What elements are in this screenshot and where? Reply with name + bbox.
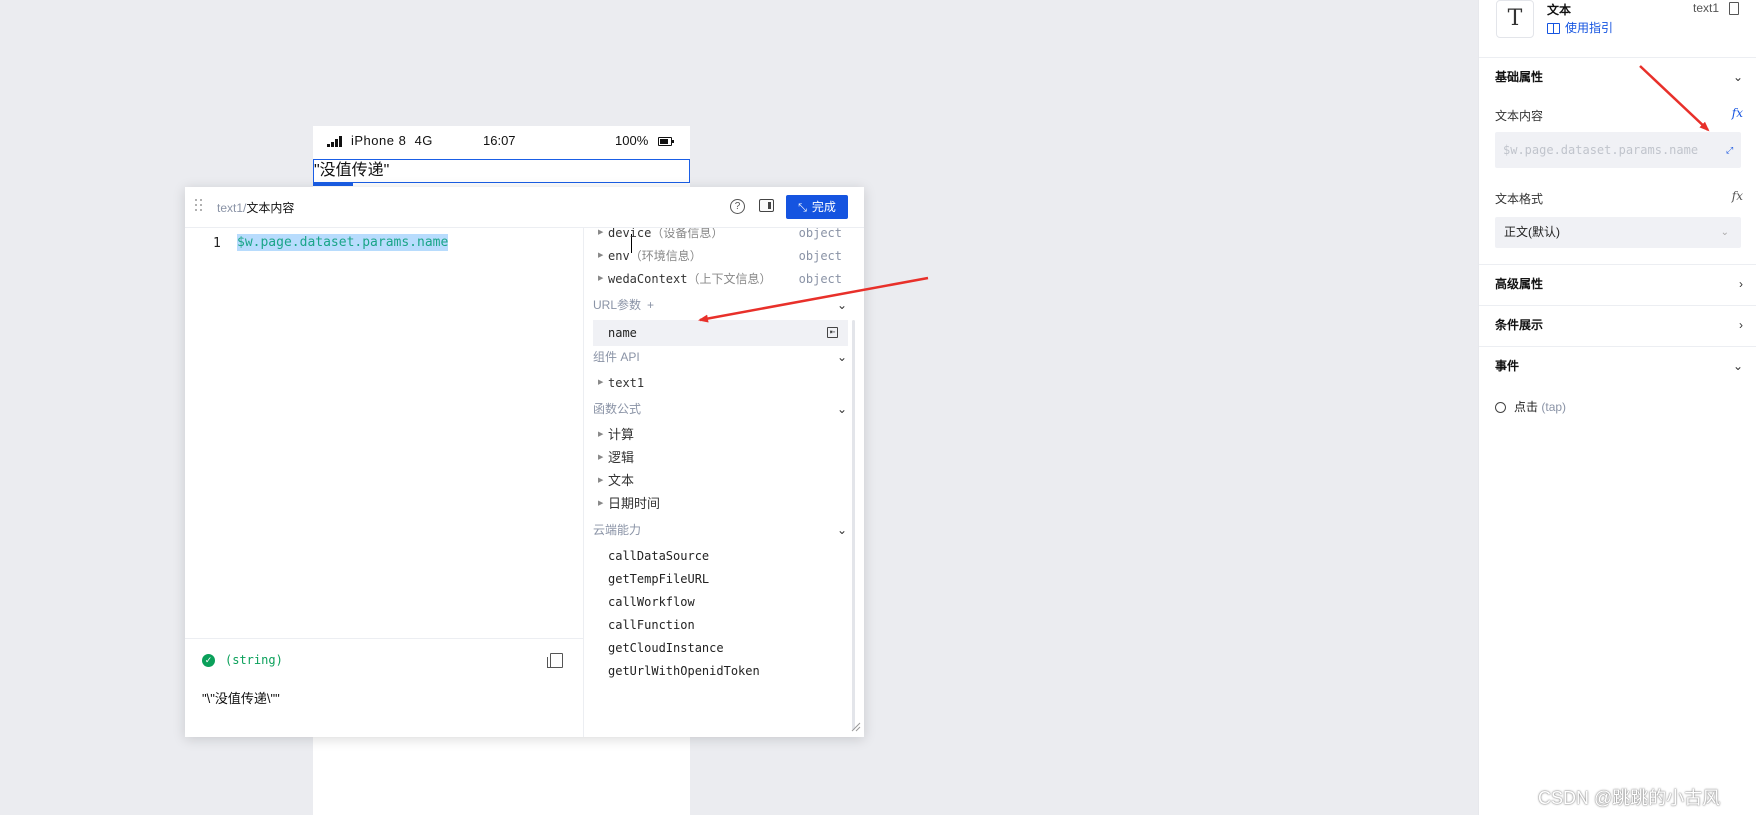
divider bbox=[1479, 346, 1756, 347]
check-icon: ✓ bbox=[202, 654, 215, 667]
caret-right-icon: ▶ bbox=[598, 229, 604, 236]
var-item-env[interactable]: ▶ env（环境信息） object bbox=[584, 245, 854, 267]
caret-right-icon: ▶ bbox=[598, 379, 604, 386]
text-component-icon: T bbox=[1496, 0, 1534, 38]
formula-item[interactable]: ▶ 日期时间 bbox=[584, 493, 854, 515]
insert-icon[interactable]: ⇤ bbox=[827, 327, 838, 338]
component-id: text1 bbox=[1693, 1, 1720, 15]
status-time: 16:07 bbox=[483, 133, 516, 148]
text1-component[interactable]: "没值传递" bbox=[313, 159, 690, 183]
cloud-item[interactable]: callFunction bbox=[608, 614, 695, 636]
chevron-right-icon: › bbox=[1739, 318, 1743, 332]
text-content-label: 文本内容 bbox=[1495, 109, 1544, 123]
cloud-item[interactable]: getCloudInstance bbox=[608, 637, 724, 659]
code-expression[interactable]: $w.page.dataset.params.name bbox=[237, 234, 449, 251]
copy-icon[interactable] bbox=[547, 653, 563, 668]
text-format-select[interactable]: 正文(默认) ⌄ bbox=[1495, 217, 1741, 248]
line-number: 1 bbox=[213, 236, 221, 251]
result-type: (string) bbox=[225, 653, 283, 667]
section-condition[interactable]: 条件展示 › bbox=[1495, 315, 1743, 335]
section-cloud[interactable]: 云端能力 ⌄ bbox=[593, 519, 849, 541]
divider bbox=[1479, 305, 1756, 306]
copy-icon[interactable] bbox=[1729, 2, 1739, 15]
chevron-down-icon: ⌄ bbox=[836, 350, 847, 364]
divider bbox=[1479, 264, 1756, 265]
section-advanced-props[interactable]: 高级属性 › bbox=[1495, 274, 1743, 294]
signal-icon bbox=[327, 136, 343, 147]
collapse-icon: ⤡ bbox=[798, 202, 807, 214]
battery-percent: 100% bbox=[615, 133, 649, 148]
editor-breadcrumb: text1/文本内容 bbox=[217, 201, 295, 215]
add-param-icon[interactable]: + bbox=[647, 298, 654, 312]
expression-editor-dialog: text1/文本内容 ? ⤡ 完成 1 $w.page.dataset.param… bbox=[185, 187, 864, 737]
chevron-down-icon: ⌄ bbox=[1720, 227, 1729, 238]
caret-right-icon: ▶ bbox=[598, 431, 604, 438]
chevron-right-icon: › bbox=[1739, 277, 1743, 291]
selection-tag bbox=[313, 182, 353, 186]
done-button[interactable]: ⤡ 完成 bbox=[786, 195, 848, 219]
formula-item[interactable]: ▶ 计算 bbox=[584, 424, 854, 446]
editor-header: text1/文本内容 ? ⤡ 完成 bbox=[185, 187, 864, 228]
formula-item[interactable]: ▶ 文本 bbox=[584, 470, 854, 492]
cloud-item[interactable]: getTempFileURL bbox=[608, 568, 709, 590]
caret-right-icon: ▶ bbox=[598, 275, 604, 282]
caret-right-icon: ▶ bbox=[598, 454, 604, 461]
tap-icon bbox=[1495, 402, 1506, 414]
text-format-label: 文本格式 bbox=[1495, 192, 1544, 206]
caret-right-icon: ▶ bbox=[598, 477, 604, 484]
section-events[interactable]: 事件 ⌄ bbox=[1495, 356, 1743, 376]
battery-icon bbox=[658, 137, 674, 146]
fx-icon[interactable]: fx bbox=[1732, 189, 1743, 203]
watermark: CSDN @跳跳的小古风 bbox=[1538, 788, 1721, 808]
book-icon bbox=[1547, 23, 1560, 35]
caret-right-icon: ▶ bbox=[598, 252, 604, 259]
chevron-down-icon: ⌄ bbox=[1732, 70, 1743, 84]
resize-grip-icon[interactable] bbox=[851, 722, 861, 732]
chevron-down-icon: ⌄ bbox=[836, 298, 847, 312]
caret-right-icon: ▶ bbox=[598, 500, 604, 507]
section-basic-props[interactable]: 基础属性 ⌄ bbox=[1495, 67, 1743, 87]
cloud-item[interactable]: callDataSource bbox=[608, 545, 709, 567]
result-preview: ✓ (string) "\"没值传递\"" bbox=[185, 638, 583, 738]
event-tap[interactable]: 点击 (tap) bbox=[1495, 398, 1566, 415]
section-component-api[interactable]: 组件 API ⌄ bbox=[593, 346, 849, 368]
formula-item[interactable]: ▶ 逻辑 bbox=[584, 447, 854, 469]
help-icon[interactable]: ? bbox=[730, 199, 745, 214]
properties-panel: T 文本 使用指引 text1 基础属性 ⌄ 文本内容 fx $w.page.d… bbox=[1478, 0, 1756, 815]
device-name: iPhone 8 4G bbox=[351, 133, 433, 148]
var-item-wedacontext[interactable]: ▶ wedaContext（上下文信息） object bbox=[584, 268, 854, 290]
scrollbar[interactable] bbox=[852, 320, 855, 730]
code-editor[interactable] bbox=[185, 228, 583, 638]
chevron-down-icon: ⌄ bbox=[836, 523, 847, 537]
usage-guide-link[interactable]: 使用指引 bbox=[1547, 19, 1613, 36]
cloud-item[interactable]: callWorkflow bbox=[608, 591, 695, 613]
divider bbox=[1479, 57, 1756, 58]
component-api-item[interactable]: ▶ text1 bbox=[584, 372, 854, 394]
var-item-device[interactable]: ▶ device（设备信息） object bbox=[584, 228, 854, 244]
url-param-item[interactable]: name ⇤ bbox=[593, 320, 848, 346]
phone-status-bar: iPhone 8 4G 16:07 100% bbox=[313, 126, 690, 156]
drag-handle-icon[interactable] bbox=[195, 199, 203, 214]
reference-panel: ▶ device（设备信息） object ▶ env（环境信息） object… bbox=[583, 228, 865, 737]
expand-editor-icon[interactable]: ⤢ bbox=[1726, 146, 1735, 155]
section-url-params[interactable]: URL参数 + ⌄ bbox=[593, 294, 849, 316]
fx-icon[interactable]: fx bbox=[1732, 106, 1743, 120]
chevron-down-icon: ⌄ bbox=[836, 402, 847, 416]
component-name: 文本 bbox=[1547, 3, 1572, 17]
result-value: "\"没值传递\"" bbox=[202, 691, 280, 706]
toggle-panel-icon[interactable] bbox=[759, 199, 774, 212]
text-content-input[interactable]: $w.page.dataset.params.name ⤢ bbox=[1495, 132, 1741, 168]
chevron-down-icon: ⌄ bbox=[1732, 359, 1743, 373]
section-formulas[interactable]: 函数公式 ⌄ bbox=[593, 398, 849, 420]
cloud-item[interactable]: getUrlWithOpenidToken bbox=[608, 660, 760, 682]
